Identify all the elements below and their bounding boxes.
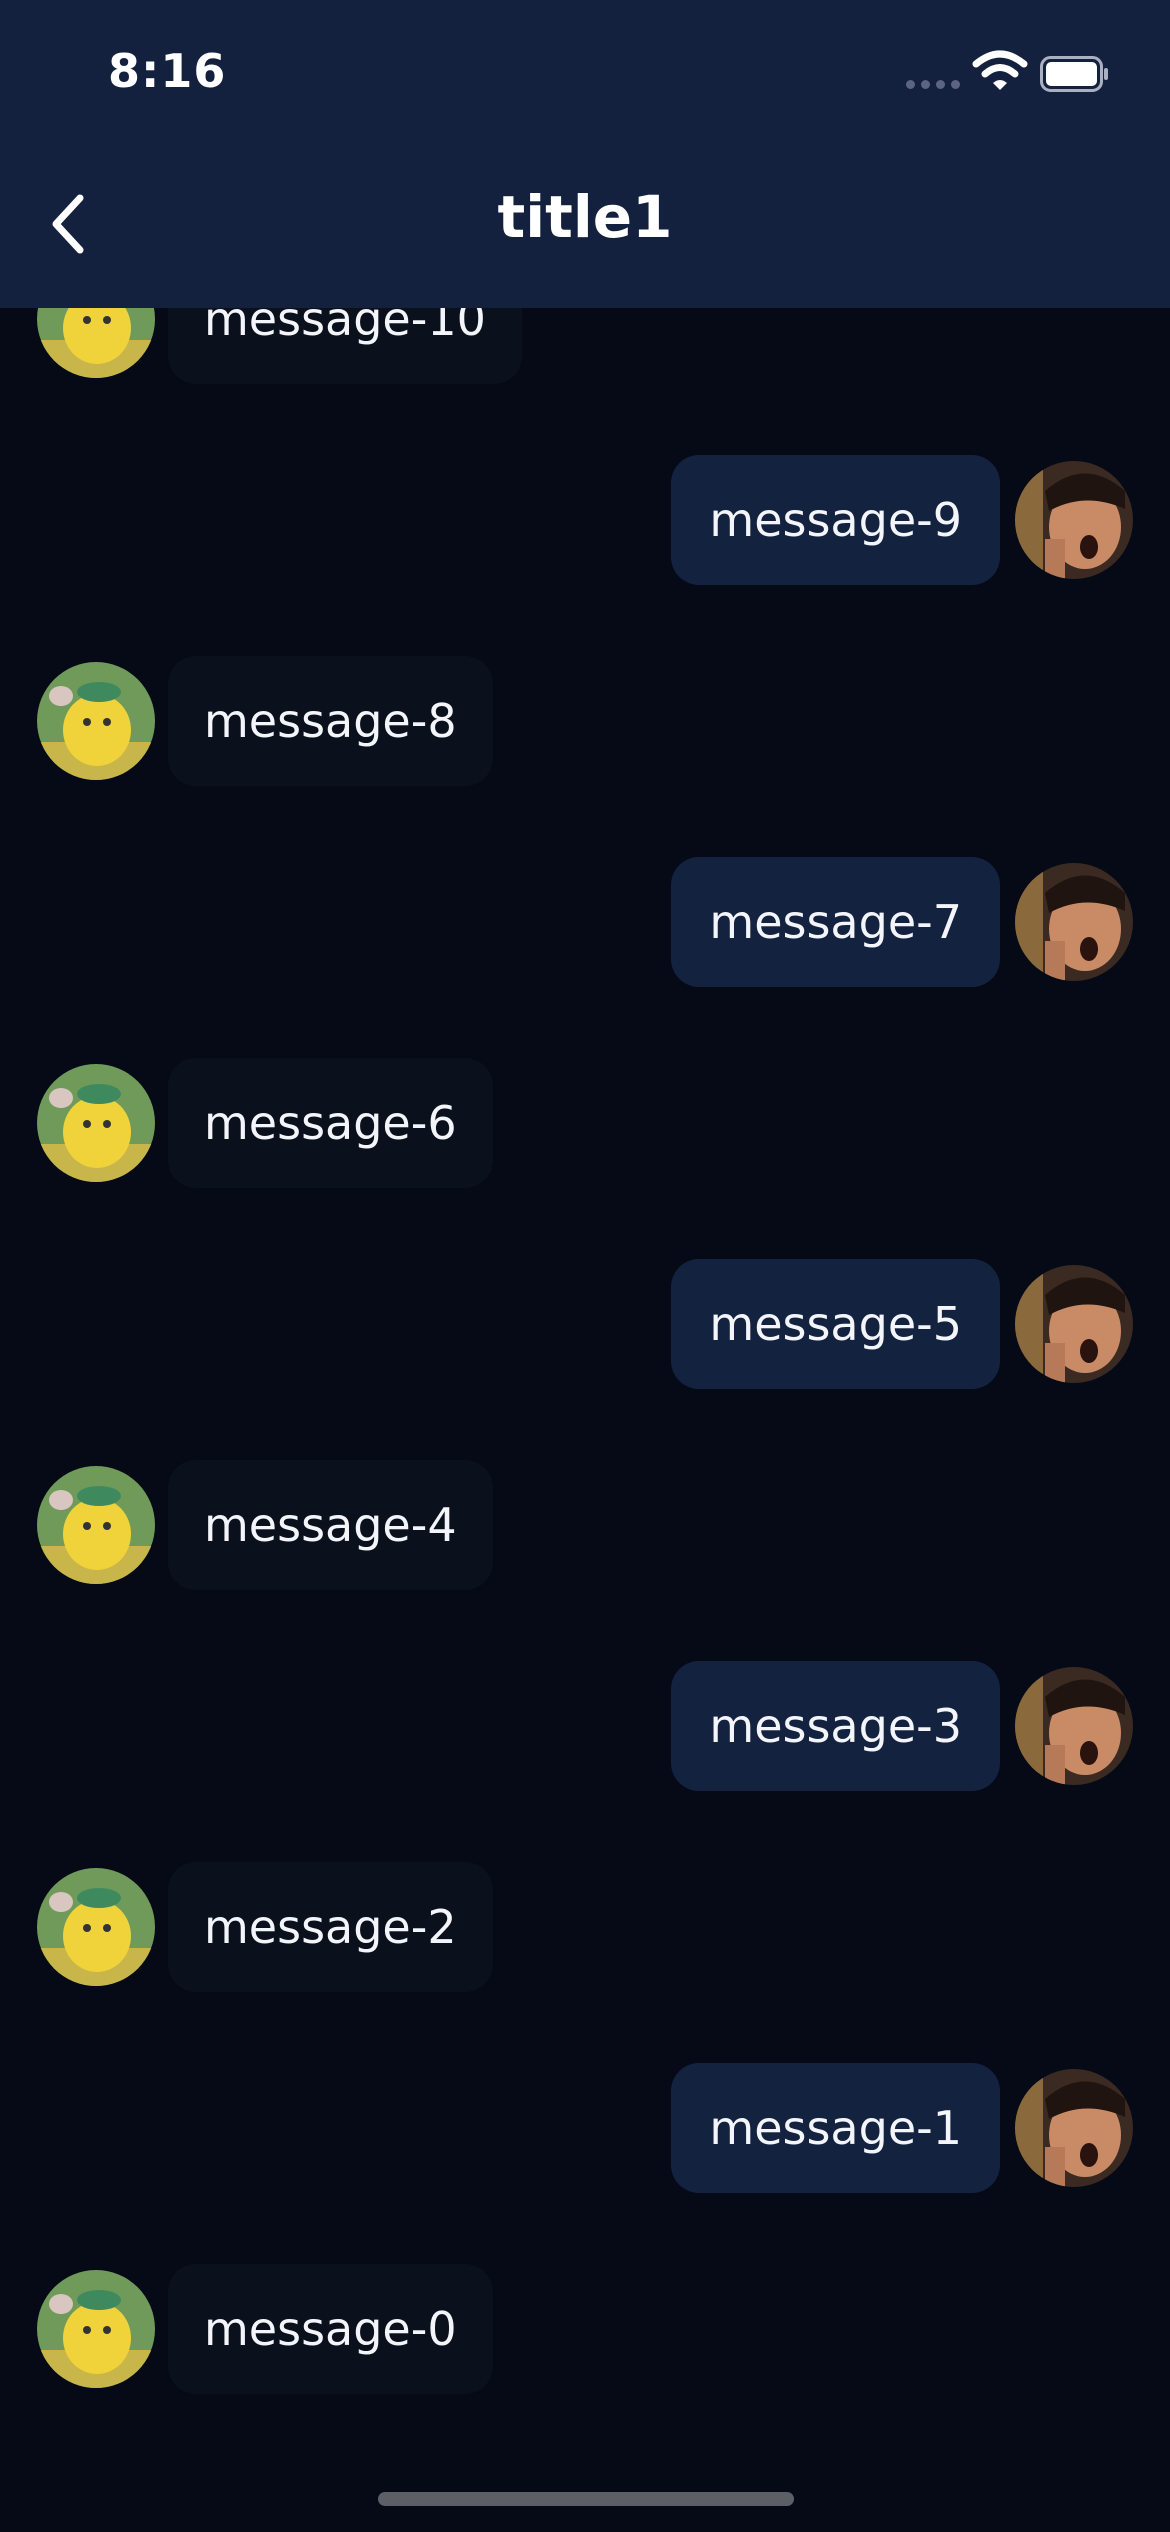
contact-avatar[interactable] xyxy=(37,662,155,780)
wifi-icon xyxy=(972,50,1028,90)
user-photo-avatar-icon xyxy=(1015,863,1133,981)
message-list[interactable]: message-10 message-9 message-8 message-7… xyxy=(0,0,1170,2532)
message-row: message-2 xyxy=(0,1862,1170,1992)
battery-icon xyxy=(1040,56,1108,92)
user-photo-avatar-icon xyxy=(1015,2069,1133,2187)
yellow-plush-avatar-icon xyxy=(37,2270,155,2388)
yellow-plush-avatar-icon xyxy=(37,1868,155,1986)
home-indicator[interactable] xyxy=(378,2492,794,2506)
message-bubble[interactable]: message-7 xyxy=(671,857,1000,987)
contact-avatar[interactable] xyxy=(37,1466,155,1584)
cellular-signal-icon xyxy=(906,80,960,89)
message-row: message-5 xyxy=(0,1259,1170,1389)
contact-avatar[interactable] xyxy=(37,1064,155,1182)
contact-avatar[interactable] xyxy=(37,1868,155,1986)
user-avatar[interactable] xyxy=(1015,461,1133,579)
user-photo-avatar-icon xyxy=(1015,1265,1133,1383)
message-bubble[interactable]: message-1 xyxy=(671,2063,1000,2193)
user-avatar[interactable] xyxy=(1015,1667,1133,1785)
message-row: message-8 xyxy=(0,656,1170,786)
page-title: title1 xyxy=(497,183,673,251)
message-row: message-9 xyxy=(0,455,1170,585)
message-row: message-6 xyxy=(0,1058,1170,1188)
message-bubble[interactable]: message-2 xyxy=(168,1862,493,1992)
message-bubble[interactable]: message-8 xyxy=(168,656,493,786)
message-row: message-0 xyxy=(0,2264,1170,2394)
user-avatar[interactable] xyxy=(1015,863,1133,981)
message-bubble[interactable]: message-3 xyxy=(671,1661,1000,1791)
message-row: message-1 xyxy=(0,2063,1170,2193)
message-bubble[interactable]: message-6 xyxy=(168,1058,493,1188)
message-bubble[interactable]: message-5 xyxy=(671,1259,1000,1389)
navigation-header: 8:16 title1 xyxy=(0,0,1170,308)
message-bubble[interactable]: message-4 xyxy=(168,1460,493,1590)
user-avatar[interactable] xyxy=(1015,1265,1133,1383)
contact-avatar[interactable] xyxy=(37,2270,155,2388)
user-photo-avatar-icon xyxy=(1015,1667,1133,1785)
message-row: message-4 xyxy=(0,1460,1170,1590)
user-photo-avatar-icon xyxy=(1015,461,1133,579)
message-row: message-3 xyxy=(0,1661,1170,1791)
message-bubble[interactable]: message-9 xyxy=(671,455,1000,585)
yellow-plush-avatar-icon xyxy=(37,662,155,780)
yellow-plush-avatar-icon xyxy=(37,1064,155,1182)
message-bubble[interactable]: message-0 xyxy=(168,2264,493,2394)
status-time: 8:16 xyxy=(108,44,227,98)
message-row: message-7 xyxy=(0,857,1170,987)
user-avatar[interactable] xyxy=(1015,2069,1133,2187)
yellow-plush-avatar-icon xyxy=(37,1466,155,1584)
